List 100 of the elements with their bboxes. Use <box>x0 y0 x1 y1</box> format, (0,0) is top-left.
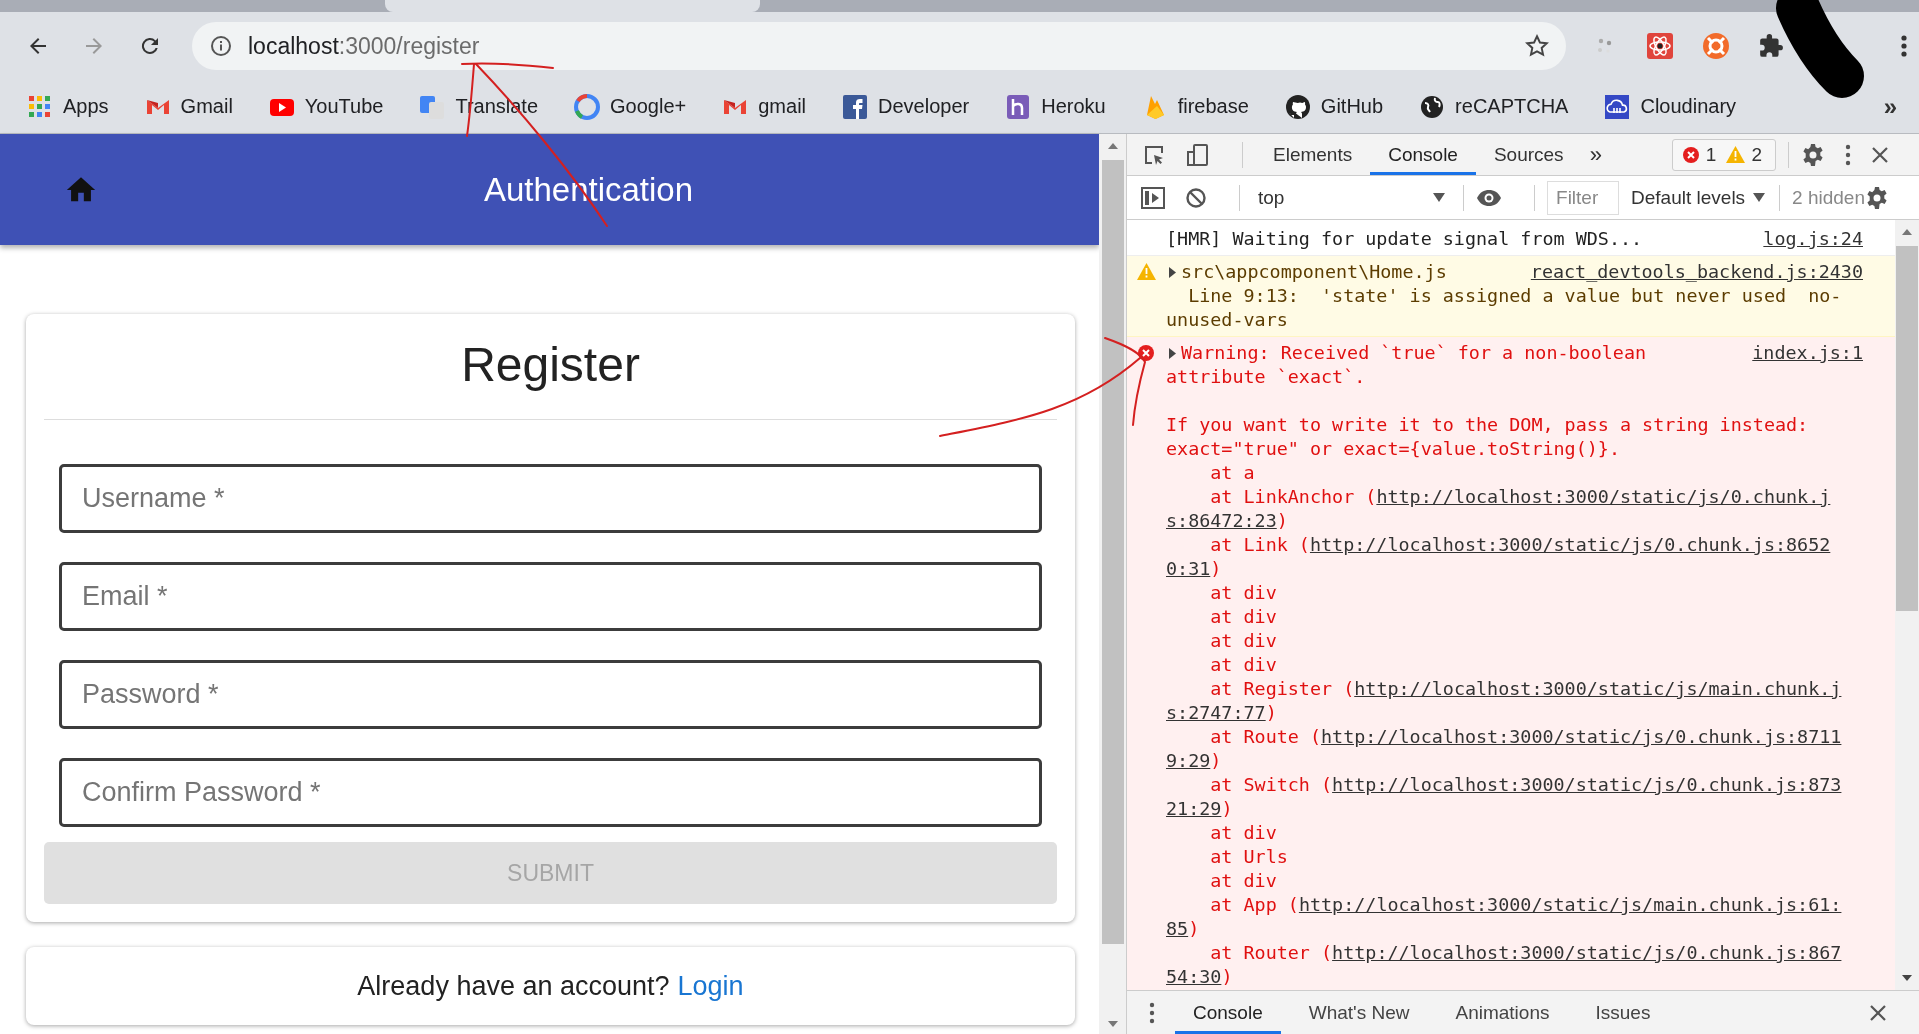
login-prompt: Already have an account? <box>357 970 670 1002</box>
scroll-up-icon[interactable] <box>1901 228 1913 236</box>
stack-link[interactable]: http://localhost:3000/static/js/0.chunk.js:8652 <box>1309 533 1831 557</box>
input-field[interactable]: Email * <box>59 562 1042 631</box>
bookmark-link[interactable]: YouTube <box>304 95 384 118</box>
expand-triangle-icon[interactable] <box>1168 347 1177 359</box>
more-bookmarks-button[interactable]: » <box>1883 92 1897 121</box>
clear-console-icon[interactable] <box>1185 186 1207 209</box>
input-field[interactable]: Password * <box>59 660 1042 729</box>
drawer-tab[interactable]: What's New <box>1290 991 1428 1034</box>
console-text: If you want to write it to the DOM, pass a string instead: <box>1166 413 1809 437</box>
caret-icon <box>1433 193 1446 202</box>
console-text: Warning: Received `true` for a non-boolean <box>1181 341 1647 365</box>
console-text: at Router ( <box>1209 941 1333 965</box>
console-text: ) <box>1210 557 1222 581</box>
apps-grid-icon[interactable] <box>27 93 53 120</box>
device-icon[interactable] <box>1186 142 1210 167</box>
console-text: Line 9:13: 'state' is assigned a value but never used no- <box>1187 284 1842 308</box>
settings-icon[interactable] <box>1865 185 1889 210</box>
g-letter-icon[interactable] <box>574 93 601 120</box>
scroll-up-icon[interactable] <box>1106 142 1119 150</box>
bookmark-link[interactable]: reCAPTCHA <box>1455 95 1569 118</box>
console-text: ) <box>1210 749 1222 773</box>
input-field[interactable]: Username * <box>59 464 1042 533</box>
devtools-tab[interactable]: Elements <box>1255 134 1371 175</box>
bookmark-link[interactable]: Gmail <box>180 95 233 118</box>
console-text: ) <box>1188 917 1200 941</box>
settings-icon[interactable] <box>1801 142 1825 167</box>
h-letter-icon[interactable] <box>1005 93 1032 120</box>
source-link[interactable]: log.js:24 <box>1763 227 1863 251</box>
close-icon[interactable] <box>1871 145 1889 164</box>
bookmark-link[interactable]: Google+ <box>610 95 687 118</box>
cloud-icon[interactable] <box>1604 93 1631 120</box>
stack-link[interactable]: 9:29 <box>1166 749 1211 773</box>
sidebar-toggle-icon[interactable] <box>1141 186 1165 209</box>
card-title: Register <box>460 337 641 393</box>
bookmark-link[interactable]: GitHub <box>1320 95 1384 118</box>
console-text: src\appcomponent\Home.js <box>1181 260 1447 284</box>
more-tabs-button[interactable]: » <box>1581 141 1610 168</box>
context-dropdown[interactable]: top <box>1252 186 1452 209</box>
drawer-tab[interactable]: Console <box>1175 991 1281 1034</box>
warning-icon <box>1137 263 1156 280</box>
cat-silhouette-icon[interactable] <box>1284 93 1311 120</box>
eye-icon[interactable] <box>1476 188 1503 207</box>
close-icon[interactable] <box>1869 1003 1887 1022</box>
stack-link[interactable]: 85 <box>1166 917 1189 941</box>
kebab-menu-icon[interactable] <box>1149 1001 1155 1024</box>
bookmark-link[interactable]: Developer <box>878 95 970 118</box>
stack-link[interactable]: http://localhost:3000/static/js/0.chunk.j <box>1376 485 1831 509</box>
url-text[interactable]: localhost:3000/register <box>248 32 480 60</box>
console-text: [HMR] Waiting for update signal from WDS... <box>1166 227 1643 251</box>
bookmark-link[interactable]: Apps <box>63 95 109 118</box>
source-link[interactable]: react_devtools_backend.js:2430 <box>1530 260 1863 284</box>
f-letter-icon[interactable] <box>842 93 869 120</box>
bookmark-link[interactable]: gmail <box>758 95 807 118</box>
ring-extension-icon[interactable] <box>1702 32 1730 60</box>
input-field[interactable]: Confirm Password * <box>59 758 1042 827</box>
stack-link[interactable]: s:2747:77 <box>1166 701 1266 725</box>
star-icon[interactable] <box>1524 33 1550 59</box>
page-scrollbar[interactable] <box>1099 134 1127 1034</box>
drawer-tab[interactable]: Animations <box>1437 991 1568 1034</box>
kebab-menu-icon[interactable] <box>1900 33 1908 59</box>
filter-field[interactable]: Filter <box>1547 180 1620 215</box>
stack-link[interactable]: http://localhost:3000/static/js/main.chunk.j <box>1354 677 1842 701</box>
console-text: at div <box>1209 581 1277 605</box>
console-text: at Urls <box>1209 845 1288 869</box>
stack-link[interactable]: http://localhost:3000/static/js/0.chunk.js:873 <box>1332 773 1842 797</box>
error-icon <box>1137 344 1155 362</box>
console-text: at div <box>1209 605 1277 629</box>
console-text: at div <box>1209 821 1277 845</box>
stack-link[interactable]: http://localhost:3000/static/js/main.chunk.js:61: <box>1298 893 1842 917</box>
console-scrollbar[interactable] <box>1895 220 1919 990</box>
console-text: at Register ( <box>1209 677 1355 701</box>
drawer-tab[interactable]: Issues <box>1577 991 1669 1034</box>
console-text: unused-vars <box>1166 308 1288 332</box>
levels-dropdown[interactable]: Default levels <box>1629 186 1768 209</box>
info-icon[interactable] <box>209 34 233 58</box>
login-link[interactable]: Login <box>677 970 744 1002</box>
expand-triangle-icon[interactable] <box>1168 266 1177 278</box>
stack-link[interactable]: s:86472:23 <box>1166 509 1277 533</box>
atom-extension-icon[interactable] <box>1646 32 1674 60</box>
bookmark-link[interactable]: firebase <box>1177 95 1249 118</box>
warning-count: 2 <box>1751 143 1762 166</box>
devtools-tab[interactable]: Sources <box>1475 134 1582 175</box>
kebab-menu-icon[interactable] <box>1845 143 1851 166</box>
caret-icon <box>1753 193 1766 202</box>
scroll-down-icon[interactable] <box>1901 974 1913 982</box>
globe-icon[interactable] <box>1419 93 1446 120</box>
source-link[interactable]: index.js:1 <box>1752 341 1863 365</box>
stack-link[interactable]: 21:29 <box>1166 797 1222 821</box>
stack-link[interactable]: http://localhost:3000/static/js/0.chunk.js:8711 <box>1321 725 1842 749</box>
issue-counter[interactable]: 1 2 <box>1671 138 1776 171</box>
bookmark-link[interactable]: Cloudinary <box>1640 95 1737 118</box>
stack-link[interactable]: 0:31 <box>1166 557 1211 581</box>
puzzle-piece-icon[interactable] <box>1758 33 1784 59</box>
stack-link[interactable]: 54:30 <box>1166 965 1222 989</box>
address-bar[interactable]: localhost:3000/register <box>192 22 1566 70</box>
stack-link[interactable]: http://localhost:3000/static/js/0.chunk.js:867 <box>1332 941 1842 965</box>
bookmark-link[interactable]: Heroku <box>1041 95 1106 118</box>
scroll-down-icon[interactable] <box>1106 1020 1119 1028</box>
